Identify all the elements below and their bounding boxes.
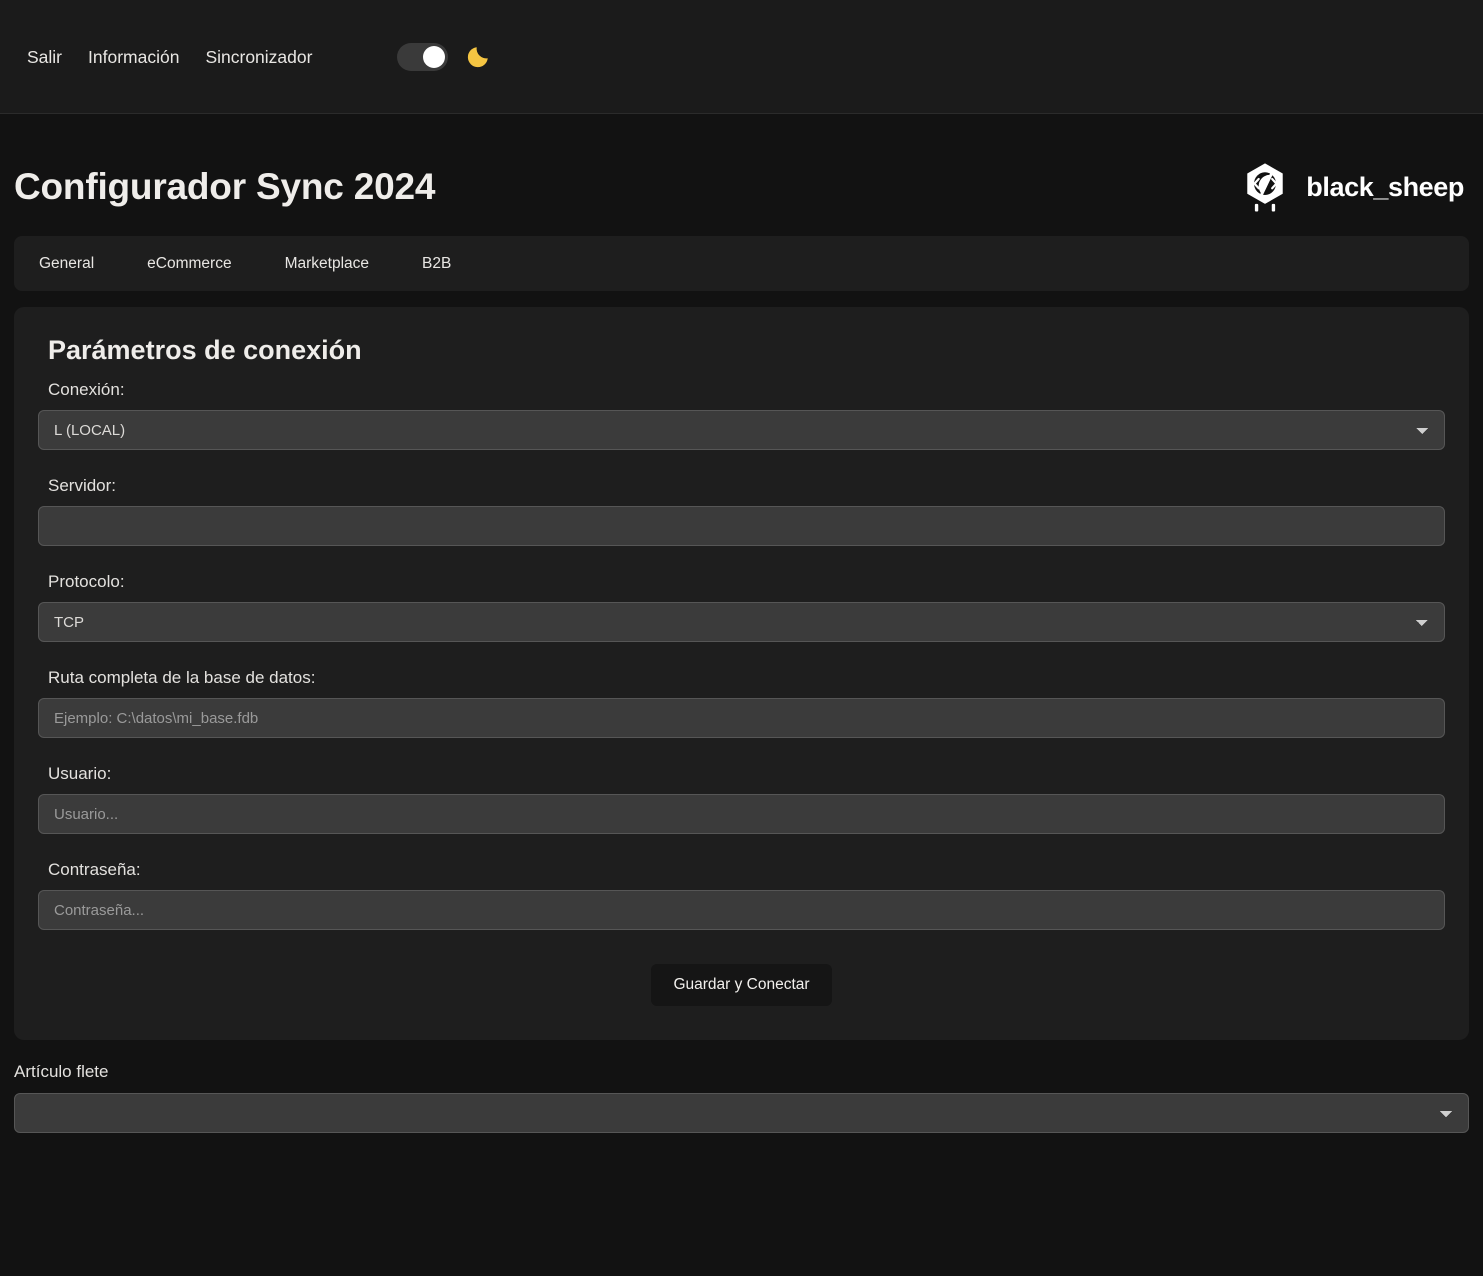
field-usuario: Usuario: — [38, 764, 1445, 834]
dark-mode-toggle[interactable] — [397, 43, 449, 71]
card-title: Parámetros de conexión — [48, 335, 362, 365]
tab-b2b[interactable]: B2B — [422, 255, 476, 273]
nav-link-salir[interactable]: Salir — [14, 47, 75, 67]
brand-logo: black_sheep — [1238, 160, 1469, 214]
field-conexion: Conexión: L (LOCAL) — [38, 380, 1445, 450]
guardar-y-conectar-button[interactable]: Guardar y Conectar — [651, 964, 832, 1006]
nav-link-informacion[interactable]: Información — [75, 47, 192, 67]
field-protocolo: Protocolo: TCP — [38, 572, 1445, 642]
toggle-knob — [423, 46, 446, 68]
moon-icon — [468, 47, 489, 68]
field-contrasena: Contraseña: — [38, 860, 1445, 930]
header-row: Configurador Sync 2024 black_sheep — [14, 114, 1469, 214]
label-ruta-base-datos: Ruta completa de la base de datos: — [48, 668, 316, 687]
label-articulo-flete: Artículo flete — [14, 1062, 109, 1081]
page-title: Configurador Sync 2024 — [14, 166, 436, 207]
label-contrasena: Contraseña: — [48, 860, 141, 879]
nav-link-sincronizador[interactable]: Sincronizador — [192, 47, 325, 67]
brand-name: black_sheep — [1306, 171, 1464, 202]
top-navigation-bar: Salir Información Sincronizador — [0, 0, 1483, 114]
select-conexion[interactable]: L (LOCAL) — [38, 410, 1445, 450]
tab-bar: General eCommerce Marketplace B2B — [14, 236, 1469, 291]
field-servidor: Servidor: — [38, 476, 1445, 546]
label-usuario: Usuario: — [48, 764, 112, 783]
select-protocolo[interactable]: TCP — [38, 602, 1445, 642]
theme-switcher-group — [397, 43, 491, 71]
card-actions: Guardar y Conectar — [38, 964, 1445, 1006]
page-container: Configurador Sync 2024 black_sheep Gener… — [0, 114, 1483, 1040]
input-contrasena[interactable] — [38, 890, 1445, 930]
tab-marketplace[interactable]: Marketplace — [285, 255, 394, 273]
nav-links-group: Salir Información Sincronizador — [0, 43, 491, 71]
articulo-flete-section: Artículo flete — [0, 1062, 1483, 1133]
field-ruta-base-datos: Ruta completa de la base de datos: — [38, 668, 1445, 738]
connection-parameters-card: Parámetros de conexión Conexión: L (LOCA… — [14, 307, 1469, 1040]
label-conexion: Conexión: — [48, 380, 125, 399]
label-servidor: Servidor: — [48, 476, 117, 495]
input-ruta-base-datos[interactable] — [38, 698, 1445, 738]
tab-ecommerce[interactable]: eCommerce — [147, 255, 256, 273]
black-sheep-hex-logo-icon — [1247, 163, 1284, 212]
label-protocolo: Protocolo: — [48, 572, 125, 591]
input-servidor[interactable] — [38, 506, 1445, 546]
tab-general[interactable]: General — [39, 255, 119, 273]
input-usuario[interactable] — [38, 794, 1445, 834]
select-articulo-flete[interactable] — [14, 1093, 1469, 1133]
